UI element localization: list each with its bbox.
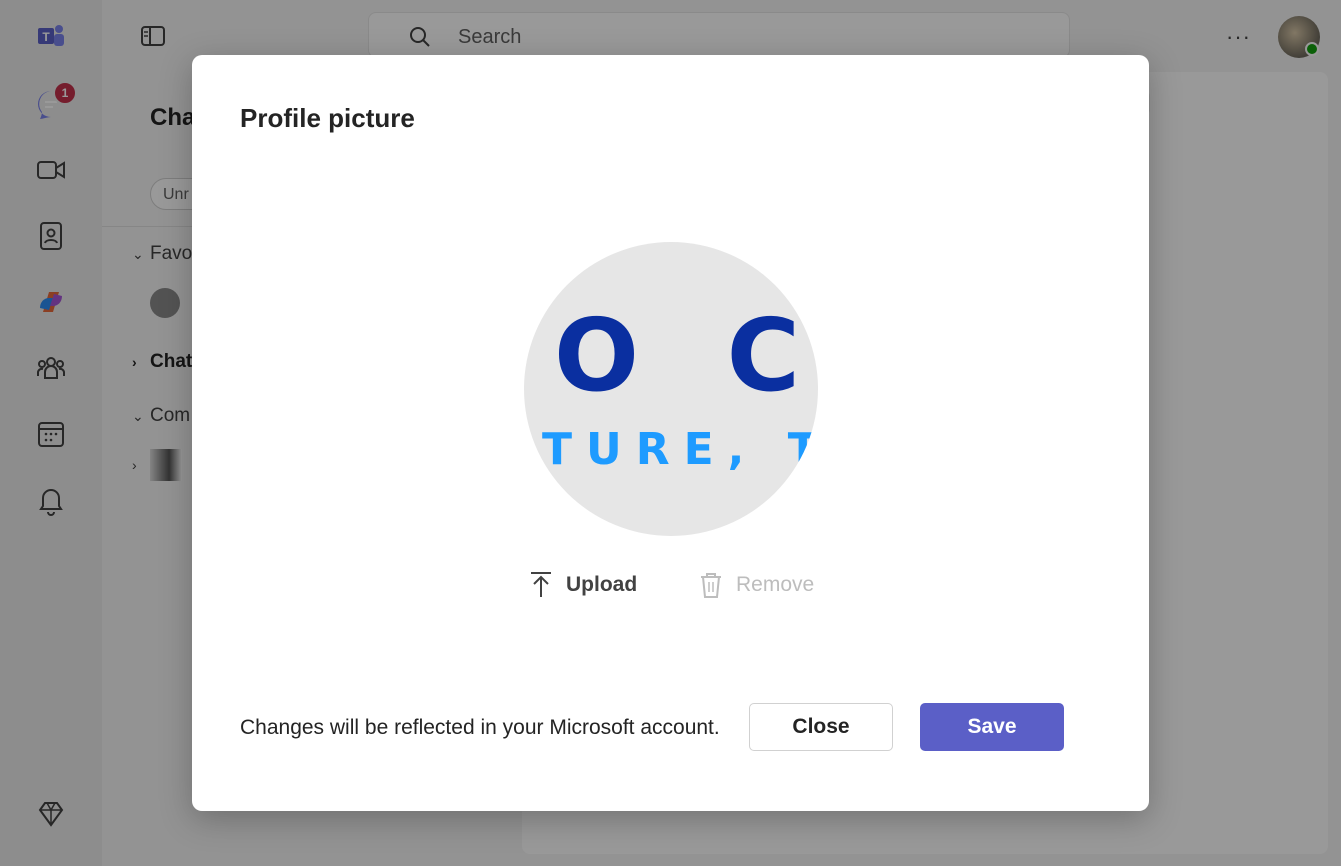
upload-icon <box>531 572 551 597</box>
remove-button[interactable]: Remove <box>698 567 814 603</box>
profile-picture-dialog: Profile picture O C TURE, T Upload Remov… <box>192 55 1149 811</box>
profile-picture-preview: O C TURE, T <box>524 242 818 536</box>
upload-button[interactable]: Upload <box>528 567 637 603</box>
upload-label: Upload <box>566 573 638 596</box>
footer-note: Changes will be reflected in your Micros… <box>240 716 720 739</box>
close-button[interactable]: Close <box>749 703 893 751</box>
picture-text-small: TURE, T <box>542 424 818 475</box>
save-button[interactable]: Save <box>920 703 1064 751</box>
dialog-title: Profile picture <box>240 103 415 133</box>
picture-text-large: O C <box>554 297 807 414</box>
trash-icon <box>701 573 721 598</box>
remove-label: Remove <box>736 573 815 596</box>
